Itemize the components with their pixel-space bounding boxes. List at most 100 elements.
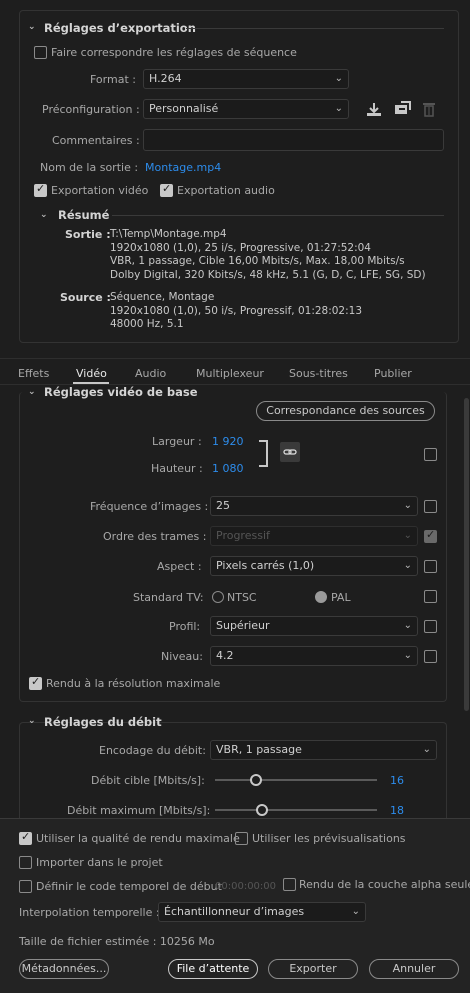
chain-link-icon xyxy=(283,449,297,455)
alpha-only-checkbox[interactable] xyxy=(283,878,296,891)
height-label: Hauteur : xyxy=(151,462,203,475)
max-bitrate-knob[interactable] xyxy=(256,804,268,816)
collapse-bitrate-icon[interactable]: ⌄ xyxy=(28,716,36,726)
profile-label: Profil: xyxy=(169,620,201,633)
settings-scrollbar[interactable] xyxy=(464,398,469,711)
import-project-label[interactable]: Importer dans le projet xyxy=(36,856,163,869)
output-name-label: Nom de la sortie : xyxy=(40,161,139,174)
tab-video[interactable]: Vidéo xyxy=(76,367,107,380)
tv-standard-override-checkbox[interactable] xyxy=(424,590,437,603)
summary-output-line: VBR, 1 passage, Cible 16,00 Mbits/s, Max… xyxy=(110,255,405,267)
preset-dropdown[interactable]: Personnalisé ⌄ xyxy=(143,99,349,119)
match-sequence-label[interactable]: Faire correspondre les réglages de séque… xyxy=(51,46,297,59)
target-bitrate-knob[interactable] xyxy=(250,774,262,786)
import-preset-icon[interactable] xyxy=(393,101,411,117)
tab-sous-titres[interactable]: Sous-titres xyxy=(289,367,348,380)
chevron-down-icon: ⌄ xyxy=(403,650,412,661)
summary-source-label: Source : xyxy=(60,291,111,304)
level-label: Niveau: xyxy=(161,650,203,663)
level-override-checkbox[interactable] xyxy=(424,650,437,663)
level-dropdown[interactable]: 4.2 ⌄ xyxy=(210,646,418,666)
ntsc-radio[interactable] xyxy=(212,591,224,603)
export-button[interactable]: Exporter xyxy=(268,959,358,979)
export-video-label[interactable]: Exportation vidéo xyxy=(51,184,148,197)
max-bitrate-slider[interactable] xyxy=(215,809,377,811)
tabs-divider-top xyxy=(0,358,470,359)
export-audio-label[interactable]: Exportation audio xyxy=(177,184,275,197)
set-start-timecode-checkbox[interactable] xyxy=(19,880,32,893)
tv-standard-label: Standard TV: xyxy=(133,591,204,604)
output-name-link[interactable]: Montage.mp4 xyxy=(145,161,221,174)
use-previews-checkbox[interactable] xyxy=(235,832,248,845)
tab-publier[interactable]: Publier xyxy=(374,367,412,380)
export-audio-checkbox[interactable] xyxy=(160,182,173,197)
format-label: Format : xyxy=(90,73,136,86)
match-sequence-checkbox[interactable] xyxy=(34,46,47,59)
summary-source-line: 48000 Hz, 5.1 xyxy=(110,318,184,330)
level-value: 4.2 xyxy=(216,649,234,662)
summary-source-lines: Séquence, Montage 1920x1080 (1,0), 50 i/… xyxy=(110,291,362,332)
aspect-dropdown[interactable]: Pixels carrés (1,0) ⌄ xyxy=(210,556,418,576)
use-max-render-checkbox[interactable] xyxy=(19,830,32,845)
save-preset-icon[interactable] xyxy=(365,101,383,117)
use-max-render-label[interactable]: Utiliser la qualité de rendu maximale xyxy=(36,832,240,845)
width-value[interactable]: 1 920 xyxy=(212,435,244,448)
cancel-button[interactable]: Annuler xyxy=(369,959,459,979)
metadata-button[interactable]: Métadonnées... xyxy=(19,959,109,979)
height-value[interactable]: 1 080 xyxy=(212,462,244,475)
tab-audio[interactable]: Audio xyxy=(135,367,166,380)
profile-dropdown[interactable]: Supérieur ⌄ xyxy=(210,616,418,636)
summary-title-rule xyxy=(112,215,444,216)
import-project-checkbox[interactable] xyxy=(19,856,32,869)
field-order-dropdown[interactable]: Progressif ⌄ xyxy=(210,526,418,546)
format-dropdown[interactable]: H.264 ⌄ xyxy=(143,69,349,89)
link-dimensions-button[interactable] xyxy=(280,442,300,462)
alpha-only-label[interactable]: Rendu de la couche alpha seule xyxy=(299,878,470,891)
preset-value: Personnalisé xyxy=(149,102,219,115)
delete-preset-icon[interactable] xyxy=(422,101,436,117)
match-source-button[interactable]: Correspondance des sources xyxy=(256,401,435,421)
comments-field[interactable] xyxy=(143,129,444,151)
tab-multiplexeur[interactable]: Multiplexeur xyxy=(196,367,264,380)
summary-output-line: 1920x1080 (1,0), 25 i/s, Progressive, 01… xyxy=(110,241,371,254)
set-start-timecode-label[interactable]: Définir le code temporel de début xyxy=(36,880,222,893)
summary-source-line: Séquence, Montage xyxy=(110,291,215,303)
use-previews-label[interactable]: Utiliser les prévisualisations xyxy=(252,832,406,845)
format-value: H.264 xyxy=(149,72,182,85)
collapse-video-basic-icon[interactable]: ⌄ xyxy=(28,387,36,397)
field-order-override-checkbox[interactable] xyxy=(424,528,437,543)
ntsc-label[interactable]: NTSC xyxy=(227,591,257,604)
pal-radio[interactable] xyxy=(315,591,327,603)
video-basic-title: Réglages vidéo de base xyxy=(44,385,198,399)
queue-button[interactable]: File d’attente xyxy=(168,959,258,979)
field-order-label: Ordre des trames : xyxy=(103,530,207,543)
chevron-down-icon: ⌄ xyxy=(403,560,412,571)
comments-label: Commentaires : xyxy=(52,134,140,147)
collapse-summary-icon[interactable]: ⌄ xyxy=(40,210,48,220)
collapse-export-settings-icon[interactable]: ⌄ xyxy=(28,22,36,32)
start-timecode-value[interactable]: 00:00:00:00 xyxy=(215,881,276,892)
framerate-dropdown[interactable]: 25 ⌄ xyxy=(210,496,418,516)
target-bitrate-slider[interactable] xyxy=(215,779,377,781)
export-video-checkbox[interactable] xyxy=(34,182,47,197)
summary-output-lines: T:\Temp\Montage.mp4 1920x1080 (1,0), 25 … xyxy=(110,228,426,282)
aspect-override-checkbox[interactable] xyxy=(424,560,437,573)
target-bitrate-label: Débit cible [Mbits/s]: xyxy=(91,774,205,787)
summary-source-line: 1920x1080 (1,0), 50 i/s, Progressif, 01:… xyxy=(110,304,363,317)
dimensions-override-checkbox[interactable] xyxy=(424,448,437,461)
summary-output-line: T:\Temp\Montage.mp4 xyxy=(110,228,227,240)
render-max-depth-checkbox[interactable] xyxy=(29,675,42,690)
bitrate-encoding-dropdown[interactable]: VBR, 1 passage ⌄ xyxy=(210,740,437,760)
interpolation-label: Interpolation temporelle : xyxy=(19,906,160,919)
interpolation-dropdown[interactable]: Échantillonneur d’images ⌄ xyxy=(158,902,366,922)
max-bitrate-value[interactable]: 18 xyxy=(390,804,404,817)
tab-effets[interactable]: Effets xyxy=(18,367,49,380)
render-max-depth-label[interactable]: Rendu à la résolution maximale xyxy=(46,677,220,690)
profile-override-checkbox[interactable] xyxy=(424,620,437,633)
chevron-down-icon: ⌄ xyxy=(351,906,360,917)
aspect-value: Pixels carrés (1,0) xyxy=(216,559,315,572)
target-bitrate-value[interactable]: 16 xyxy=(390,774,404,787)
chevron-down-icon: ⌄ xyxy=(334,73,343,84)
framerate-override-checkbox[interactable] xyxy=(424,500,437,513)
pal-label[interactable]: PAL xyxy=(331,591,351,604)
